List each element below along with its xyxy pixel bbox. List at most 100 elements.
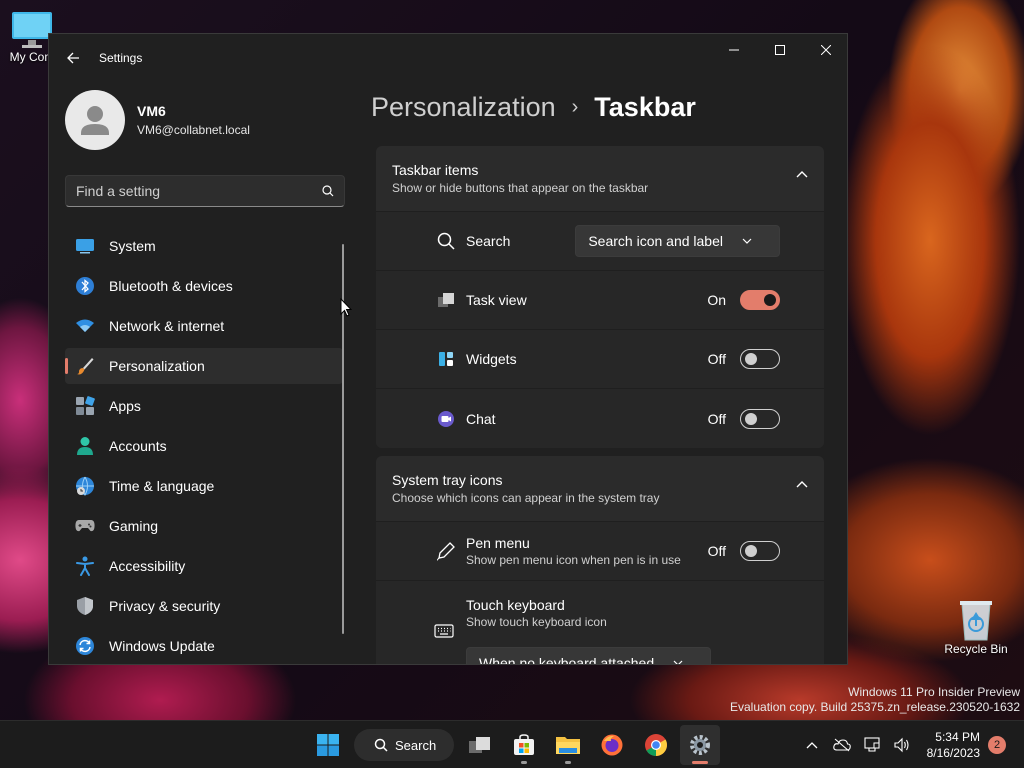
microsoft-store-button[interactable] [504, 725, 544, 765]
sidebar-item-accounts[interactable]: Accounts [65, 428, 343, 464]
start-button[interactable] [308, 725, 348, 765]
clock-date: 8/16/2023 [926, 746, 980, 760]
mouse-cursor-icon [340, 298, 352, 317]
apps-icon [75, 396, 95, 416]
close-button[interactable] [803, 34, 847, 66]
maximize-button[interactable] [757, 34, 803, 66]
desktop-icon-recycle-bin[interactable]: Recycle Bin [940, 598, 1012, 656]
speaker-icon [894, 737, 909, 753]
toggle-state: Off [707, 410, 726, 427]
row-label: Touch keyboard [466, 597, 565, 613]
arrow-left-icon [67, 52, 79, 64]
show-hidden-icons-button[interactable] [797, 725, 827, 765]
toggle-state: On [707, 292, 726, 308]
task-view-toggle[interactable] [740, 290, 780, 310]
widgets-toggle[interactable] [740, 349, 780, 369]
title-bar[interactable]: Settings [49, 34, 847, 82]
chevron-up-icon[interactable] [796, 170, 808, 178]
sidebar-item-windows-update[interactable]: Windows Update [65, 628, 343, 664]
group-subtitle: Choose which icons can appear in the sys… [392, 491, 660, 505]
desktop-icon-label: Recycle Bin [944, 642, 1008, 656]
task-view-button[interactable] [460, 725, 500, 765]
sidebar-item-privacy[interactable]: Privacy & security [65, 588, 343, 624]
touch-keyboard-dropdown[interactable]: When no keyboard attached [466, 647, 712, 665]
row-sublabel: Show pen menu icon when pen is in use [466, 553, 681, 567]
sidebar-item-apps[interactable]: Apps [65, 388, 343, 424]
pen-menu-toggle[interactable] [740, 541, 780, 561]
sidebar-item-time-language[interactable]: Time & language [65, 468, 343, 504]
sidebar-item-label: Windows Update [109, 638, 215, 654]
find-setting-search[interactable] [65, 175, 345, 207]
firefox-button[interactable] [592, 725, 632, 765]
minimize-icon [729, 49, 739, 51]
gamepad-icon [75, 516, 95, 536]
system-tray: 5:34 PM 8/16/2023 2 [797, 721, 1024, 768]
firefox-icon [601, 734, 623, 756]
widgets-row: Widgets Off [376, 330, 824, 389]
widgets-icon [436, 349, 456, 369]
user-profile[interactable]: VM6 VM6@collabnet.local [65, 90, 250, 150]
back-button[interactable] [61, 46, 85, 70]
network-tray-button[interactable] [857, 725, 887, 765]
settings-window: Settings VM6 VM6@collabnet.local Find a … [48, 33, 848, 665]
sidebar-item-system[interactable]: System [65, 228, 343, 264]
notification-badge[interactable]: 2 [988, 736, 1006, 754]
sidebar-item-label: System [109, 238, 156, 254]
search-icon [436, 231, 456, 251]
windows-logo-icon [317, 734, 339, 756]
touch-keyboard-row: Touch keyboard Show touch keyboard icon … [376, 581, 824, 665]
search-mode-dropdown[interactable]: Search icon and label [575, 225, 780, 257]
chevron-down-icon [737, 231, 757, 251]
app-title: Settings [99, 51, 143, 65]
person-avatar-icon [81, 106, 109, 135]
breadcrumb-parent[interactable]: Personalization [371, 92, 556, 123]
pen-menu-row: Pen menu Show pen menu icon when pen is … [376, 522, 824, 581]
file-explorer-button[interactable] [548, 725, 588, 765]
row-label: Pen menu [466, 535, 530, 551]
clock-time: 5:34 PM [935, 730, 980, 744]
row-label: Chat [466, 410, 496, 427]
toggle-state: Off [707, 543, 726, 559]
group-subtitle: Show or hide buttons that appear on the … [392, 181, 649, 195]
pen-icon [436, 541, 456, 561]
row-label: Widgets [466, 351, 517, 367]
settings-taskbar-button[interactable] [680, 725, 720, 765]
chrome-button[interactable] [636, 725, 676, 765]
search-input[interactable] [76, 183, 322, 199]
task-view-icon [469, 737, 490, 753]
sidebar-item-accessibility[interactable]: Accessibility [65, 548, 343, 584]
taskbar-search-button[interactable]: Search [354, 729, 454, 761]
onedrive-tray-button[interactable] [827, 725, 857, 765]
close-icon [821, 45, 831, 55]
chevron-down-icon [668, 653, 688, 664]
volume-tray-button[interactable] [887, 725, 917, 765]
taskbar-items-group: Taskbar items Show or hide buttons that … [376, 146, 824, 448]
dropdown-value: When no keyboard attached [479, 655, 655, 665]
chat-toggle[interactable] [740, 408, 780, 429]
system-tray-header[interactable]: System tray icons Choose which icons can… [376, 456, 824, 522]
breadcrumb: Personalization › Taskbar [371, 92, 696, 123]
sidebar-item-label: Accessibility [109, 558, 186, 574]
group-title: System tray icons [392, 472, 503, 488]
sidebar-item-gaming[interactable]: Gaming [65, 508, 343, 544]
minimize-button[interactable] [711, 34, 757, 66]
sidebar-item-label: Personalization [109, 358, 205, 374]
chevron-up-icon[interactable] [796, 480, 808, 488]
chrome-icon [645, 734, 667, 756]
sidebar-item-label: Apps [109, 398, 141, 414]
sidebar-item-network[interactable]: Network & internet [65, 308, 343, 344]
sidebar-item-personalization[interactable]: Personalization [65, 348, 343, 384]
taskbar-clock[interactable]: 5:34 PM 8/16/2023 [927, 729, 980, 761]
sidebar-item-label: Gaming [109, 518, 159, 534]
sidebar-item-label: Accounts [109, 438, 167, 454]
row-label: Search [466, 233, 511, 249]
maximize-icon [775, 45, 785, 55]
folder-icon [556, 737, 580, 754]
taskbar-items-header[interactable]: Taskbar items Show or hide buttons that … [376, 146, 824, 212]
system-tray-group: System tray icons Choose which icons can… [376, 456, 824, 665]
sidebar-item-label: Bluetooth & devices [109, 278, 233, 294]
sidebar-item-bluetooth[interactable]: Bluetooth & devices [65, 268, 343, 304]
task-view-icon [436, 290, 456, 310]
search-setting-row: Search Search icon and label [376, 212, 824, 271]
person-icon [75, 436, 95, 456]
